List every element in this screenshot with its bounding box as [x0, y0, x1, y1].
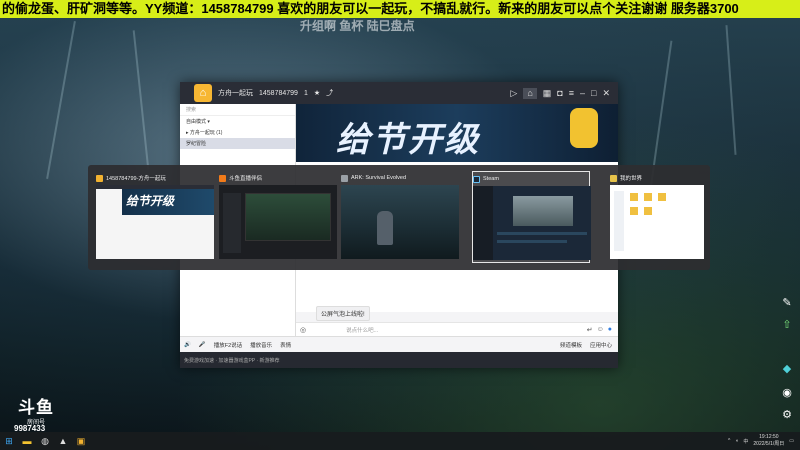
- user-count: 1: [303, 89, 308, 97]
- start-icon[interactable]: ⊞: [0, 432, 18, 450]
- light-streak: [46, 21, 76, 179]
- emoji-button[interactable]: 表情: [280, 341, 291, 349]
- ark-icon[interactable]: ▲: [54, 432, 72, 450]
- channel-tree-item[interactable]: ▸ 方舟一起玩 (1): [180, 127, 295, 138]
- client-status-bar: 免费游戏加速 · 加速器游戏盒PP · 新游推荐: [180, 352, 618, 368]
- switcher-tile-title: ARK: Survival Evolved: [351, 175, 407, 181]
- clock-time: 19:12:50: [759, 434, 779, 440]
- send-icon[interactable]: ↵: [587, 326, 593, 334]
- yy-app-icon: [96, 174, 103, 182]
- tray-arrow-icon[interactable]: ^: [728, 438, 730, 444]
- hotkey-speak-button[interactable]: 播放F2说话: [214, 341, 242, 349]
- app-center-button[interactable]: 应用中心: [590, 341, 618, 349]
- music-button[interactable]: 播放音乐: [250, 341, 272, 349]
- switcher-tile-yy[interactable]: 1458784799-方舟一起玩 给节开级: [96, 171, 214, 263]
- desktop-stream: 的偷龙蛋、肝矿洞等等。YY频道：1458784799 喜欢的朋友可以一起玩，不搞…: [0, 0, 800, 450]
- switcher-tile-steam[interactable]: Steam: [472, 171, 591, 263]
- taskbar-clock[interactable]: 19:12:50 2022/5/1/周日: [753, 434, 784, 448]
- folder-app-icon: [610, 174, 617, 182]
- pen-icon[interactable]: ✎: [778, 294, 796, 310]
- ticker-text: 的偷龙蛋、肝矿洞等等。YY频道：1458784799 喜欢的朋友可以一起玩，不搞…: [2, 1, 739, 16]
- favorite-icon[interactable]: ★: [314, 89, 320, 97]
- client-titlebar[interactable]: ⌂ 方舟一起玩 1458784799 1 ★ ⤴ ▷ ⌂ ▦ ◘ ≡ – □ ✕: [180, 82, 618, 104]
- switcher-tile-douyu[interactable]: 斗鱼直播伴侣: [219, 171, 337, 263]
- mic-toggle-icon[interactable]: 🎤: [199, 342, 206, 348]
- folder-icon[interactable]: ▬: [18, 432, 36, 450]
- menu-icon[interactable]: ≡: [569, 88, 574, 99]
- minimize-icon[interactable]: –: [580, 88, 585, 99]
- switcher-thumbnail: [341, 185, 459, 259]
- light-streak: [725, 25, 737, 155]
- maximize-icon[interactable]: □: [591, 88, 596, 99]
- close-icon[interactable]: ✕: [602, 88, 610, 99]
- switcher-thumbnail: 给节开级: [96, 185, 214, 259]
- gamepad-icon[interactable]: ◎: [300, 326, 306, 334]
- channel-name: 方舟一起玩: [218, 90, 253, 97]
- douyu-logo-text: 斗鱼: [18, 398, 54, 417]
- ime-indicator[interactable]: 中: [743, 438, 748, 445]
- switcher-tile-title: Steam: [483, 176, 499, 182]
- game-icon[interactable]: ◆: [778, 360, 796, 376]
- light-streak: [132, 30, 150, 170]
- chat-input[interactable]: 说点什么吧...: [346, 326, 378, 334]
- mode-selector[interactable]: 自由模式 ▾: [180, 116, 295, 127]
- share-icon[interactable]: ⤴: [326, 88, 333, 98]
- sound-icon[interactable]: ◉: [778, 384, 796, 400]
- home-logo-icon[interactable]: ⌂: [194, 84, 212, 102]
- switcher-tile-title: 我的世界: [620, 176, 643, 182]
- emoji-icon[interactable]: ☺: [597, 326, 604, 333]
- mic-icon[interactable]: ●: [608, 326, 612, 333]
- system-tray: ^ ◖ 中 19:12:50 2022/5/1/周日 ▭: [728, 434, 800, 448]
- gamepad-icon[interactable]: ◘: [557, 88, 562, 99]
- switcher-thumbnail: [219, 185, 337, 259]
- clock-date: 2022/5/1/周日: [753, 441, 785, 447]
- up-arrow-icon[interactable]: ⇧: [778, 316, 796, 332]
- speaker-icon[interactable]: 🔊: [184, 342, 191, 348]
- steam-app-icon: [473, 175, 480, 183]
- switcher-tile-minecraft[interactable]: 我的世界: [610, 171, 704, 263]
- channel-search-input[interactable]: 搜索: [180, 104, 295, 116]
- switcher-thumbnail: [473, 186, 591, 260]
- window-controls: ▷ ⌂ ▦ ◘ ≡ – □ ✕: [510, 87, 618, 99]
- channel-id: 1458784799: [259, 89, 298, 97]
- home-tab-icon[interactable]: ⌂: [523, 87, 537, 99]
- steam-icon[interactable]: ◍: [36, 432, 54, 450]
- chat-input-bar[interactable]: ◎ 说点什么吧... ↵ ☺ ●: [296, 322, 618, 336]
- banner-mascot-icon: [570, 108, 598, 148]
- client-bottom-toolbar: 🔊 🎤 播放F2说话 播放音乐 表情 频道模板 应用中心: [180, 336, 618, 352]
- status-text: 免费游戏加速 · 加速器游戏盒PP · 新游推荐: [184, 357, 280, 364]
- channel-user-item[interactable]: 罗纪冒险: [180, 138, 295, 149]
- thumb-banner-text: 给节开级: [126, 194, 175, 208]
- switcher-tile-title: 1458784799-方舟一起玩: [106, 176, 166, 182]
- announcement-ticker: 的偷龙蛋、肝矿洞等等。YY频道：1458784799 喜欢的朋友可以一起玩，不搞…: [0, 0, 800, 18]
- banner-text: 给节开级: [336, 121, 480, 159]
- switcher-tile-title: 斗鱼直播伴侣: [229, 176, 263, 182]
- yy-icon[interactable]: ▣: [72, 432, 90, 450]
- douyu-app-icon: [219, 174, 226, 182]
- channel-banner: 给节开级: [296, 104, 618, 162]
- video-icon[interactable]: ▷: [510, 88, 517, 99]
- notification-icon[interactable]: ▭: [789, 438, 794, 444]
- switcher-tile-ark[interactable]: ARK: Survival Evolved: [341, 171, 459, 263]
- template-button[interactable]: 频道模板: [560, 341, 582, 349]
- switcher-thumbnail: [610, 185, 704, 259]
- volume-icon[interactable]: ◖: [735, 438, 738, 444]
- settings-icon[interactable]: ⚙: [778, 406, 796, 422]
- grid-icon[interactable]: ▦: [543, 88, 552, 99]
- window-switcher: 1458784799-方舟一起玩 给节开级 斗鱼直播伴侣 ARK: Surviv…: [88, 165, 710, 270]
- windows-taskbar: ⊞ ▬ ◍ ▲ ▣ ^ ◖ 中 19:12:50 2022/5/1/周日 ▭: [0, 432, 800, 450]
- overlay-subtitle: 升组啊 鱼杯 陆巳盘点: [300, 19, 415, 33]
- bubble-notice: 公屏气泡上线啦!: [316, 306, 370, 321]
- ark-app-icon: [341, 174, 348, 182]
